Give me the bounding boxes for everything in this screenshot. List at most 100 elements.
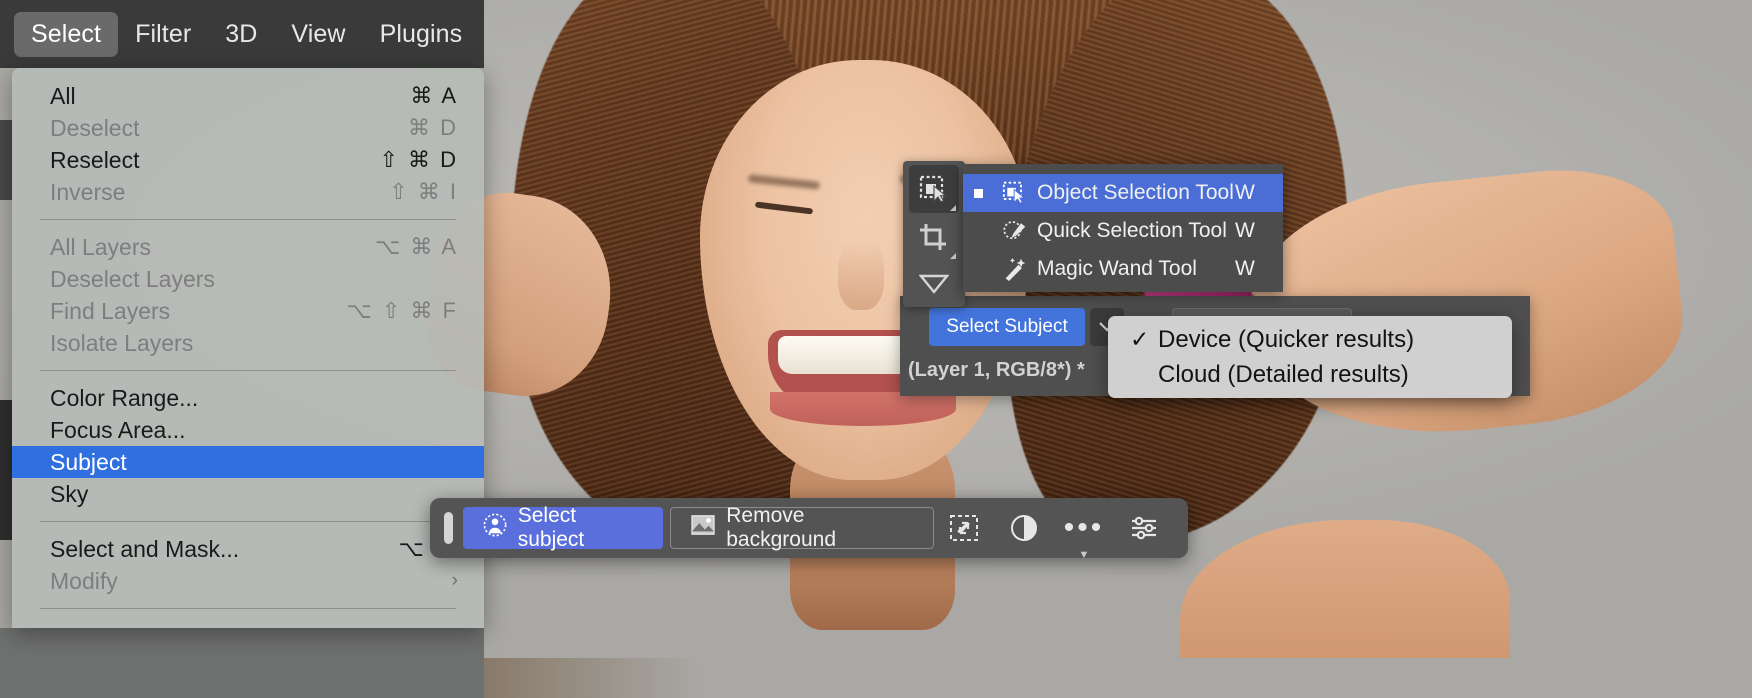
menu-item-reselect[interactable]: Reselect ⇧ ⌘ D <box>12 144 484 176</box>
menu-item-color-range[interactable]: Color Range... <box>12 382 484 414</box>
active-tool-marker-icon <box>963 188 993 198</box>
menu-item-label: Find Layers <box>50 297 171 324</box>
drag-handle[interactable] <box>444 512 453 544</box>
menu-item-label: Reselect <box>50 146 140 173</box>
background-panel-fragment-upper <box>0 120 12 200</box>
menu-item-sky[interactable]: Sky <box>12 478 484 510</box>
flyout-item-label: Quick Selection Tool <box>1037 219 1227 242</box>
menu-item-shortcut: ⌘ A <box>410 83 458 108</box>
tool-group-indicator-icon <box>950 253 956 259</box>
menu-item-label: Color Range... <box>50 384 199 411</box>
menu-divider <box>40 370 456 371</box>
menu-item-shortcut: ⇧ ⌘ I <box>389 179 458 204</box>
menu-3d[interactable]: 3D <box>208 12 274 57</box>
task-bar-settings-button[interactable] <box>1114 507 1174 549</box>
popup-option-device[interactable]: ✓ Device (Quicker results) <box>1108 322 1512 357</box>
flyout-item-label: Object Selection Tool <box>1037 181 1234 204</box>
tool-crop[interactable] <box>909 213 959 261</box>
photo-nose <box>838 240 884 310</box>
flyout-item-label: Magic Wand Tool <box>1037 257 1197 280</box>
menu-item-label: Isolate Layers <box>50 329 194 356</box>
adjustment-contrast-icon <box>1010 515 1037 541</box>
menu-item-label: All Layers <box>50 233 151 260</box>
chevron-down-icon: ▼ <box>1078 549 1090 561</box>
menu-item-shortcut: ⌥ ⇧ ⌘ F <box>346 298 458 323</box>
flyout-item-quick-selection[interactable]: Quick Selection Tool W <box>963 212 1283 250</box>
select-subject-mode-popup: ✓ Device (Quicker results) Cloud (Detail… <box>1108 316 1512 398</box>
menu-item-subject[interactable]: Subject <box>12 446 484 478</box>
popup-option-cloud[interactable]: Cloud (Detailed results) <box>1108 357 1512 392</box>
person-selection-icon <box>483 513 507 543</box>
menu-item-find-layers[interactable]: Find Layers ⌥ ⇧ ⌘ F <box>12 295 484 327</box>
checkmark-icon: ✓ <box>1130 326 1150 352</box>
menu-item-label: Focus Area... <box>50 416 186 443</box>
menu-item-select-and-mask[interactable]: Select and Mask... ⌥ ⌘ <box>12 533 484 565</box>
menu-item-all[interactable]: All ⌘ A <box>12 80 484 112</box>
settings-sliders-icon <box>1131 516 1156 540</box>
menu-item-inverse[interactable]: Inverse ⇧ ⌘ I <box>12 176 484 208</box>
select-subject-button[interactable]: Select Subject <box>929 308 1085 346</box>
tool-object-selection[interactable] <box>909 165 959 213</box>
tool-group-indicator-icon <box>950 205 956 211</box>
popup-option-label: Device (Quicker results) <box>1158 325 1415 353</box>
menu-item-label: Deselect Layers <box>50 265 215 292</box>
photo-lower-lip <box>770 392 956 426</box>
menu-plugins[interactable]: Plugins <box>363 12 480 57</box>
more-options-button[interactable]: ••• ▼ <box>1054 507 1114 562</box>
menu-item-deselect-layers[interactable]: Deselect Layers <box>12 263 484 295</box>
menu-item-label: Deselect <box>50 114 140 141</box>
menu-item-label: Subject <box>50 448 127 475</box>
menu-filter[interactable]: Filter <box>118 12 208 57</box>
task-select-subject-button[interactable]: Select subject <box>462 504 664 551</box>
menu-item-shortcut: ⇧ ⌘ D <box>379 147 458 172</box>
menu-item-all-layers[interactable]: All Layers ⌥ ⌘ A <box>12 231 484 263</box>
menu-item-focus-area[interactable]: Focus Area... <box>12 414 484 446</box>
object-selection-icon <box>993 181 1037 205</box>
transform-selection-button[interactable] <box>934 507 994 549</box>
menu-item-label: All <box>50 82 76 109</box>
menu-item-deselect[interactable]: Deselect ⌘ D <box>12 112 484 144</box>
flyout-item-shortcut: W <box>1235 181 1255 204</box>
chevron-right-icon: › <box>451 570 458 591</box>
menu-item-isolate-layers[interactable]: Isolate Layers <box>12 327 484 359</box>
menu-item-shortcut: ⌥ ⌘ A <box>374 234 458 259</box>
flyout-item-shortcut: W <box>1235 219 1255 242</box>
menu-view[interactable]: View <box>274 12 362 57</box>
task-button-label: Remove background <box>726 504 836 551</box>
menu-item-label: Sky <box>50 480 89 507</box>
flyout-item-magic-wand[interactable]: Magic Wand Tool W <box>963 250 1283 288</box>
crop-icon <box>920 224 946 250</box>
menu-item-label: Modify <box>50 567 118 594</box>
adjustment-layer-button[interactable] <box>994 507 1054 549</box>
tools-panel <box>903 161 965 307</box>
menu-divider <box>40 219 456 220</box>
menu-bar: Select Filter 3D View Plugins <box>0 0 484 68</box>
background-panel-fragment-lower <box>0 400 12 540</box>
menu-divider <box>40 521 456 522</box>
more-options-icon: ••• <box>1063 511 1105 544</box>
popup-option-label: Cloud (Detailed results) <box>1158 360 1409 388</box>
flyout-item-shortcut: W <box>1235 257 1255 280</box>
magic-wand-icon <box>993 257 1037 281</box>
menu-item-grow[interactable]: Grow <box>12 620 484 629</box>
task-remove-background-button[interactable]: Remove background <box>670 504 934 551</box>
tool-frame[interactable] <box>909 261 959 309</box>
menu-item-label: Select and Mask... <box>50 535 240 562</box>
menu-item-label: Grow <box>50 623 105 629</box>
flyout-item-object-selection[interactable]: Object Selection Tool W <box>963 174 1283 212</box>
task-button-label: Select subject <box>517 504 585 551</box>
image-icon <box>691 514 715 542</box>
quick-selection-icon <box>993 219 1037 243</box>
menu-item-modify[interactable]: Modify › <box>12 565 484 597</box>
marquee-cursor-icon <box>919 175 947 203</box>
transform-selection-icon <box>949 515 978 541</box>
select-dropdown-menu: All ⌘ A Deselect ⌘ D Reselect ⇧ ⌘ D Inve… <box>12 68 484 628</box>
menu-item-label: Inverse <box>50 178 126 205</box>
menu-divider <box>40 608 456 609</box>
menu-select[interactable]: Select <box>14 11 119 57</box>
document-status-text: (Layer 1, RGB/8*) * <box>908 359 1085 381</box>
frame-icon <box>919 274 949 294</box>
background-panel-fragment-bottom <box>0 628 484 698</box>
tool-flyout-menu: Object Selection Tool W Quick Selection … <box>963 164 1283 292</box>
menu-item-shortcut: ⌘ D <box>408 115 458 140</box>
